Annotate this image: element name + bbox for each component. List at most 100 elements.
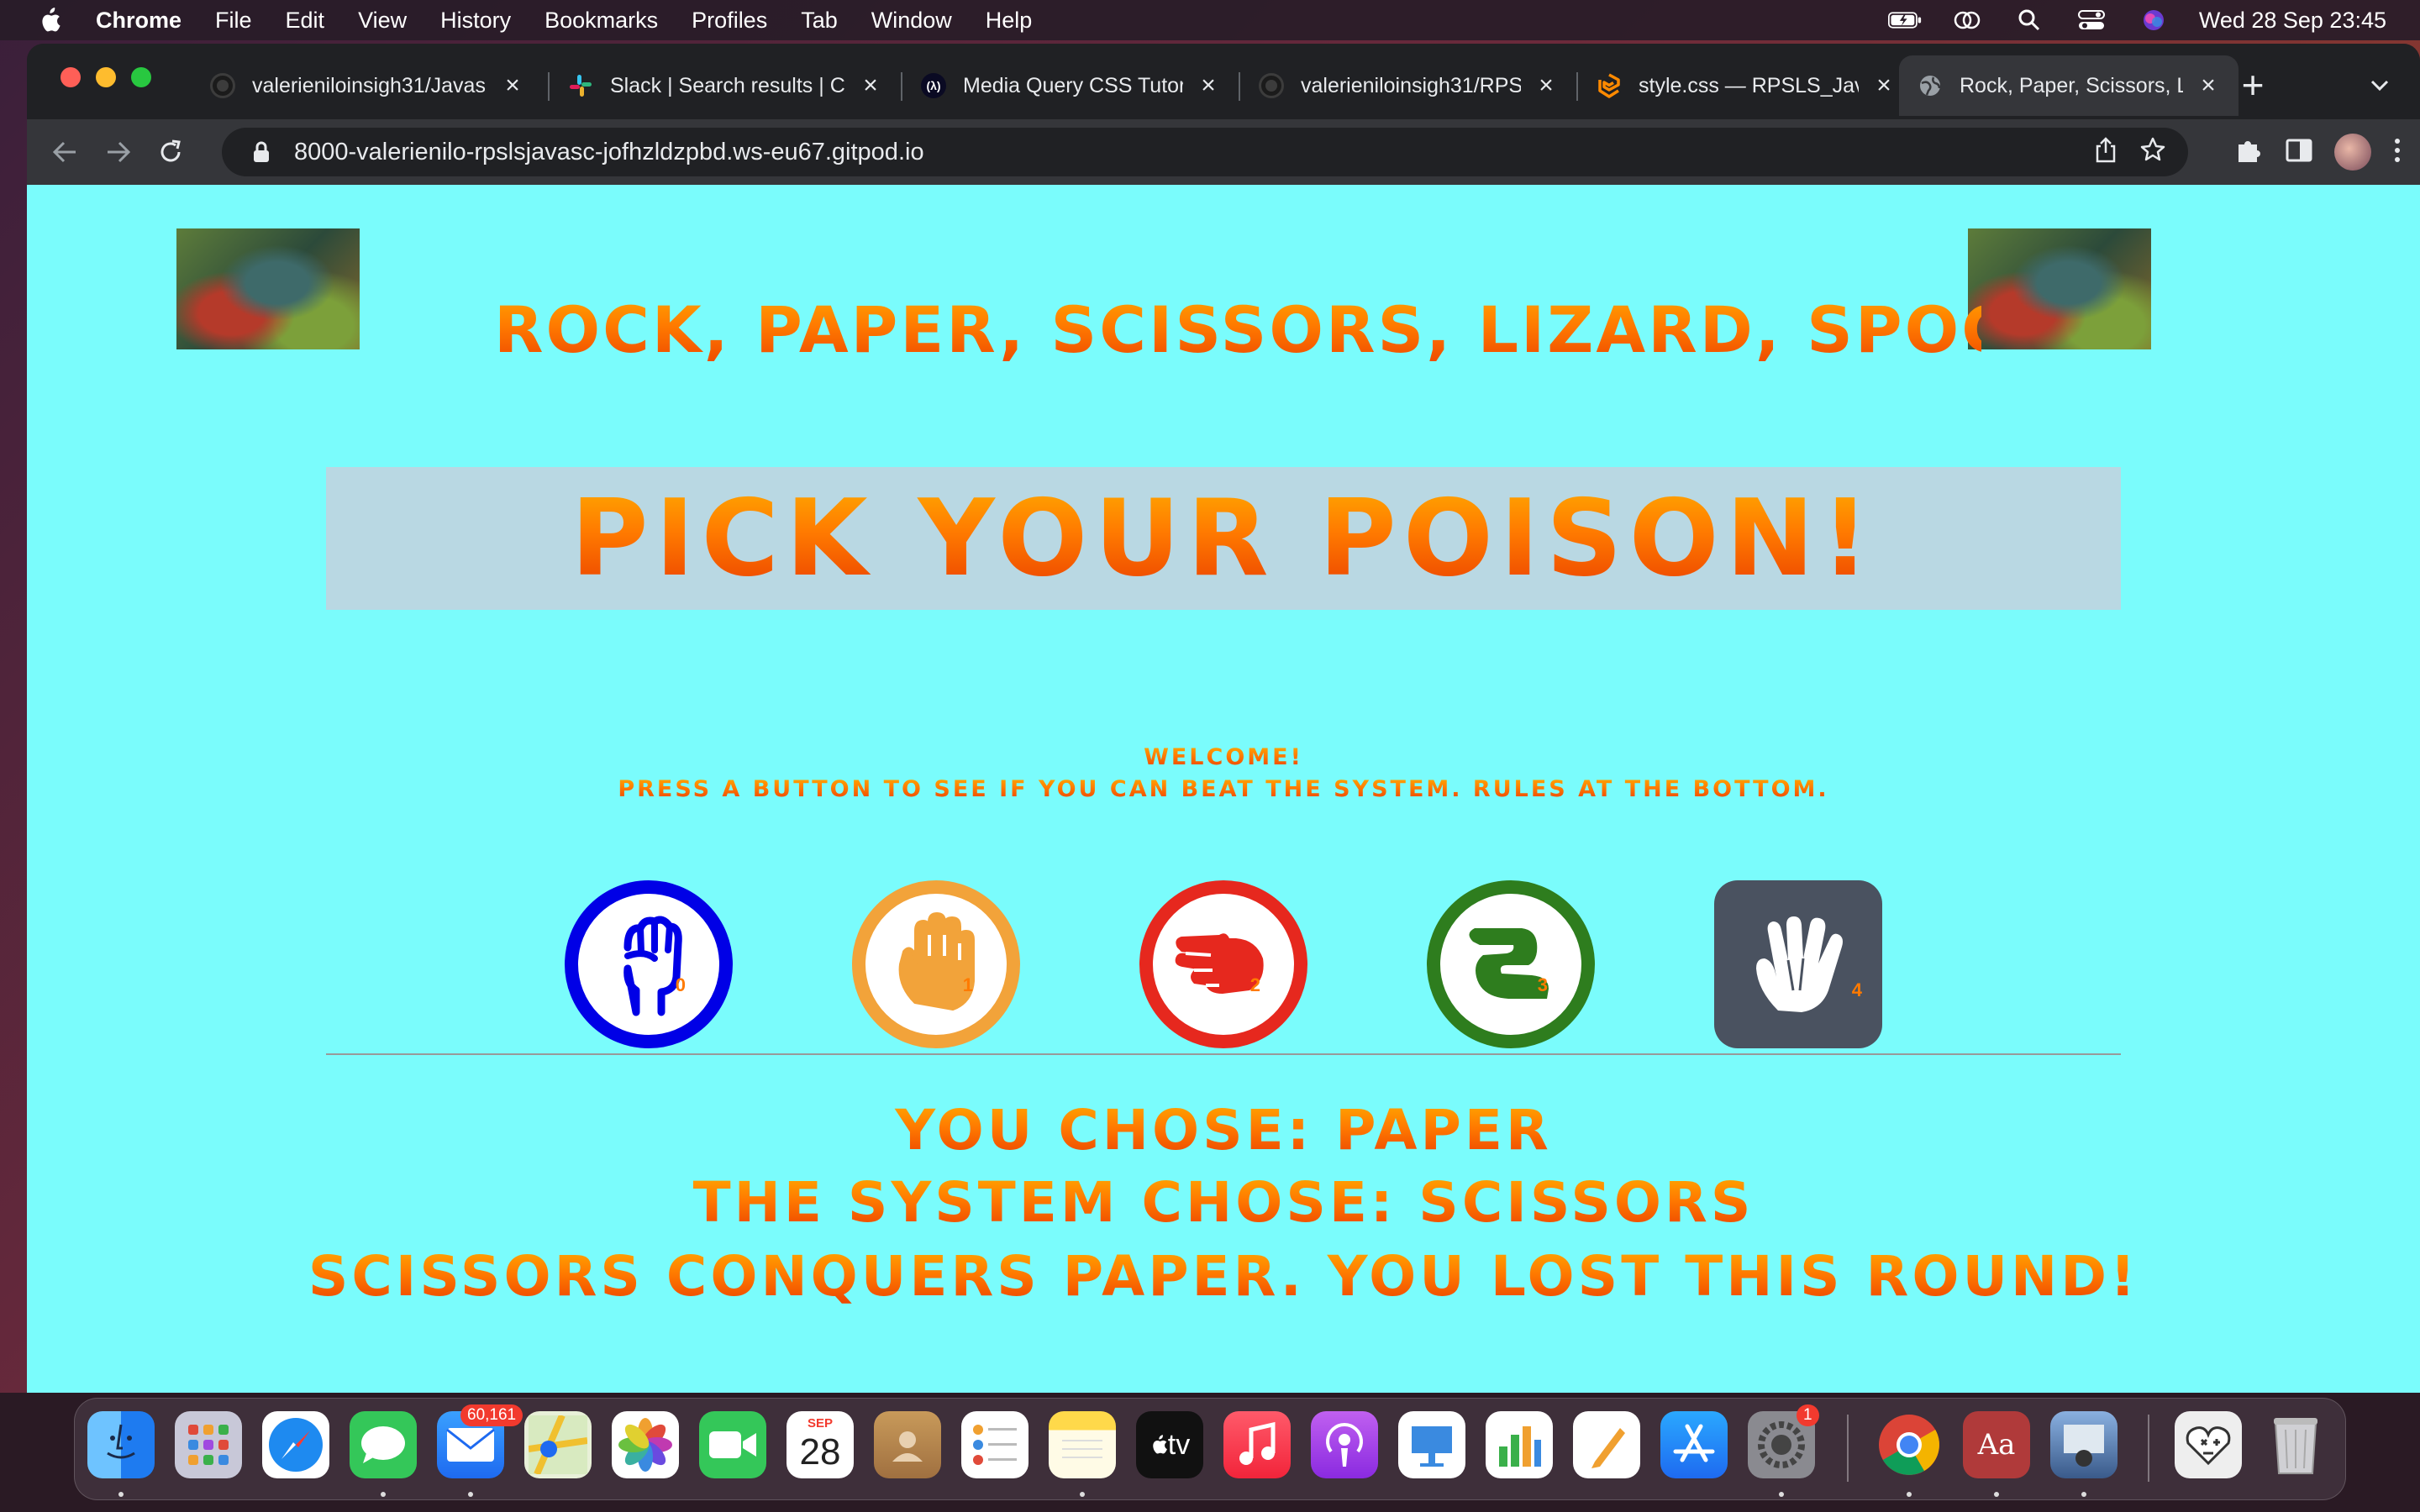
close-tab-icon[interactable]: × <box>501 73 524 98</box>
forward-button[interactable] <box>101 134 136 170</box>
rock-button[interactable]: 0 <box>565 880 733 1048</box>
close-tab-icon[interactable]: × <box>2196 73 2220 98</box>
menu-edit[interactable]: Edit <box>286 8 325 34</box>
page-viewport: Rock, Paper, Scissors, Lizard, Spock Pic… <box>27 185 2420 1393</box>
address-bar[interactable]: 8000-valerienilo-rpslsjavasc-jofhzldzpbd… <box>222 128 2188 176</box>
dock-running-indicator <box>118 1492 124 1497</box>
photos-icon[interactable] <box>612 1411 679 1478</box>
dock-running-indicator <box>468 1492 473 1497</box>
facetime-icon[interactable] <box>699 1411 766 1478</box>
rock-key-hint: 0 <box>675 974 686 995</box>
paper-button[interactable]: 1 <box>852 880 1020 1048</box>
contacts-icon[interactable] <box>874 1411 941 1478</box>
preview-icon[interactable] <box>2050 1411 2118 1478</box>
dock-running-indicator <box>1994 1492 1999 1497</box>
scissors-button[interactable]: 2 <box>1139 880 1307 1048</box>
battery-icon[interactable] <box>1887 8 1922 33</box>
close-window-button[interactable] <box>60 67 81 87</box>
menu-history[interactable]: History <box>440 8 511 34</box>
menu-window[interactable]: Window <box>871 8 952 34</box>
apple-icon[interactable] <box>37 6 62 34</box>
menu-tab[interactable]: Tab <box>801 8 838 34</box>
bookmark-star-icon[interactable] <box>2139 136 2166 170</box>
spotlight-search-icon[interactable] <box>2012 8 2046 33</box>
settings-badge: 1 <box>1797 1404 1819 1426</box>
music-icon[interactable] <box>1223 1411 1291 1478</box>
numbers-icon[interactable] <box>1486 1411 1553 1478</box>
mail-icon[interactable]: 60,161 <box>437 1404 523 1478</box>
menu-profiles[interactable]: Profiles <box>692 8 767 34</box>
slack-icon <box>568 73 593 98</box>
siri-icon[interactable] <box>2137 8 2170 33</box>
dock-running-indicator <box>1907 1492 1912 1497</box>
keynote-icon[interactable] <box>1398 1411 1465 1478</box>
control-center-icon[interactable] <box>2075 8 2108 33</box>
pick-banner: Pick your poison! <box>326 467 2121 610</box>
calendar-icon[interactable]: SEP 28 <box>786 1411 854 1478</box>
close-tab-icon[interactable]: × <box>1872 73 1896 98</box>
close-tab-icon[interactable]: × <box>1534 73 1558 98</box>
tab-title: Rock, Paper, Scissors, L <box>1960 73 2183 97</box>
paper-key-hint: 1 <box>962 974 973 995</box>
side-panel-icon[interactable] <box>2286 138 2312 167</box>
dock-separator <box>2148 1415 2149 1482</box>
zoom-window-button[interactable] <box>131 67 151 87</box>
lizard-button[interactable]: 3 <box>1427 880 1595 1048</box>
spock-key-hint: 4 <box>1851 979 1862 1000</box>
screen-mirroring-icon[interactable] <box>1950 8 1984 33</box>
profile-avatar[interactable] <box>2334 134 2371 171</box>
spock-button[interactable]: 4 <box>1714 880 1882 1048</box>
reminders-icon[interactable] <box>961 1411 1028 1478</box>
new-tab-button[interactable]: + <box>2232 66 2274 108</box>
close-tab-icon[interactable]: × <box>1197 73 1220 98</box>
podcasts-icon[interactable] <box>1311 1411 1378 1478</box>
maps-icon[interactable] <box>524 1411 592 1478</box>
result-user-choice: You chose: paper <box>27 1097 2420 1164</box>
close-tab-icon[interactable]: × <box>859 73 882 98</box>
tab-github-rpsls[interactable]: valerieniloinsigh31/RPSL × <box>1240 55 1576 116</box>
menu-app-name[interactable]: Chrome <box>96 8 182 34</box>
pages-icon[interactable] <box>1573 1411 1640 1478</box>
tab-github-javascript[interactable]: valerieniloinsigh31/Javas × <box>192 55 543 116</box>
share-icon[interactable] <box>2094 136 2118 170</box>
dictionary-icon[interactable]: Aa <box>1963 1411 2030 1478</box>
globe-icon <box>1918 73 1943 98</box>
extensions-puzzle-icon[interactable] <box>2235 136 2264 169</box>
chrome-icon[interactable] <box>1876 1411 1943 1478</box>
menu-help[interactable]: Help <box>986 8 1033 34</box>
chrome-menu-icon[interactable] <box>2393 137 2402 168</box>
apple-tv-icon[interactable]: tv <box>1136 1411 1203 1478</box>
minimize-window-button[interactable] <box>96 67 116 87</box>
trash-icon[interactable] <box>2262 1411 2329 1478</box>
tab-slack[interactable]: Slack | Search results | C × <box>550 55 901 116</box>
download-stack-icon[interactable] <box>2175 1411 2242 1478</box>
lock-icon[interactable] <box>252 141 271 163</box>
messages-icon[interactable] <box>350 1411 417 1478</box>
safari-icon[interactable] <box>262 1411 329 1478</box>
finder-icon[interactable] <box>87 1411 155 1478</box>
menubar-clock[interactable]: Wed 28 Sep 23:45 <box>2199 8 2386 34</box>
tab-search-chevron-icon[interactable] <box>2363 69 2396 102</box>
launchpad-icon[interactable] <box>175 1411 242 1478</box>
menu-view[interactable]: View <box>358 8 407 34</box>
notes-icon[interactable] <box>1049 1411 1116 1478</box>
menu-bookmarks[interactable]: Bookmarks <box>544 8 658 34</box>
back-button[interactable] <box>47 134 82 170</box>
tab-media-query[interactable]: (λ) Media Query CSS Tutori × <box>902 55 1239 116</box>
tab-style-css[interactable]: style.css — RPSLS_Java × <box>1578 55 1914 116</box>
tab-rpsls-active[interactable]: Rock, Paper, Scissors, L × <box>1899 55 2238 116</box>
reload-button[interactable] <box>153 134 188 170</box>
menu-file[interactable]: File <box>215 8 252 34</box>
tab-title: Slack | Search results | C <box>610 73 845 97</box>
divider <box>326 1053 2121 1055</box>
app-store-icon[interactable] <box>1660 1411 1728 1478</box>
calendar-month: SEP <box>807 1416 833 1431</box>
browser-toolbar: 8000-valerienilo-rpslsjavasc-jofhzldzpbd… <box>27 119 2420 185</box>
instructions-text: Press a button to see if you can beat th… <box>27 776 2420 802</box>
freecodecamp-icon: (λ) <box>921 73 946 98</box>
system-preferences-icon[interactable]: 1 <box>1748 1404 1819 1478</box>
tab-strip: valerieniloinsigh31/Javas × Slack | Sear… <box>27 44 2420 119</box>
lizard-hand-icon <box>1469 928 1549 999</box>
url-text: 8000-valerienilo-rpslsjavasc-jofhzldzpbd… <box>294 138 924 165</box>
welcome-text: Welcome! <box>27 744 2420 770</box>
